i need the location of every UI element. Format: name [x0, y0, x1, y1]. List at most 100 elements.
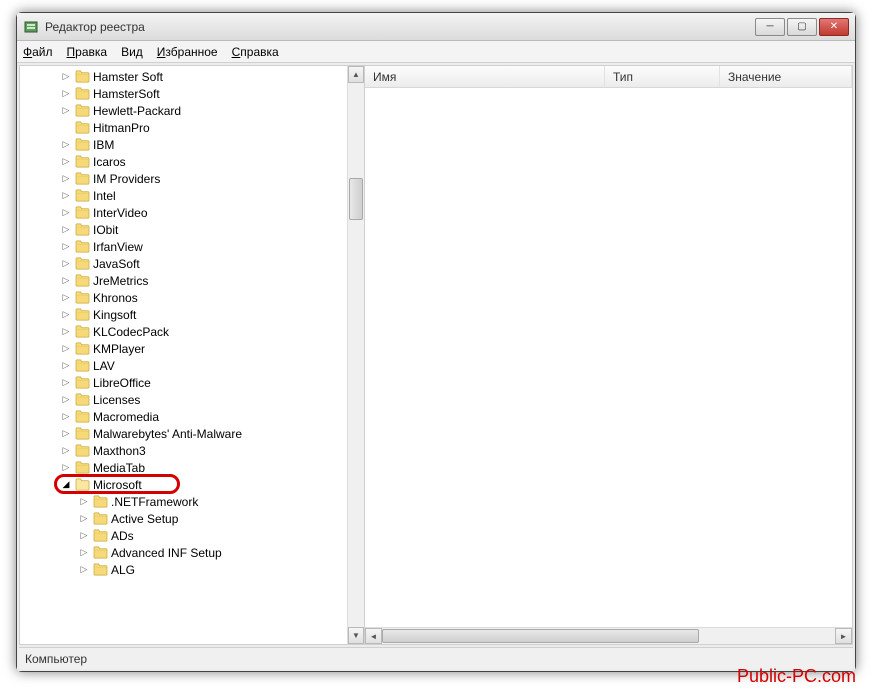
- tree-item-label: Icaros: [93, 155, 126, 169]
- tree-item-label: Active Setup: [111, 512, 178, 526]
- expander-icon[interactable]: ▷: [60, 190, 72, 202]
- expander-icon[interactable]: ▷: [60, 309, 72, 321]
- tree-item[interactable]: HitmanPro: [20, 119, 347, 136]
- expander-icon[interactable]: ▷: [60, 105, 72, 117]
- scroll-up-arrow[interactable]: ▲: [348, 66, 364, 83]
- expander-icon[interactable]: ▷: [60, 224, 72, 236]
- tree-item[interactable]: ▷ IObit: [20, 221, 347, 238]
- expander-icon[interactable]: ▷: [60, 156, 72, 168]
- scroll-right-arrow[interactable]: ►: [835, 628, 852, 644]
- tree-item[interactable]: ▷ KMPlayer: [20, 340, 347, 357]
- expander-icon[interactable]: ▷: [60, 326, 72, 338]
- tree-item[interactable]: ▷ Advanced INF Setup: [20, 544, 347, 561]
- expander-icon[interactable]: ▷: [60, 343, 72, 355]
- tree-item[interactable]: ▷ Macromedia: [20, 408, 347, 425]
- tree-item[interactable]: ▷ IrfanView: [20, 238, 347, 255]
- registry-tree[interactable]: ▷ Hamster Soft▷ HamsterSoft▷ Hewlett-Pac…: [20, 68, 347, 578]
- tree-vertical-scrollbar[interactable]: ▲ ▼: [347, 66, 364, 644]
- tree-item[interactable]: ▷ .NETFramework: [20, 493, 347, 510]
- scroll-thumb[interactable]: [349, 178, 363, 220]
- expander-icon[interactable]: ▷: [60, 292, 72, 304]
- menu-help[interactable]: Справка: [232, 45, 279, 59]
- expander-icon[interactable]: ▷: [60, 71, 72, 83]
- tree-item[interactable]: ▷ JreMetrics: [20, 272, 347, 289]
- column-name[interactable]: Имя: [365, 66, 605, 87]
- titlebar[interactable]: Редактор реестра ─ ▢ ✕: [17, 13, 855, 41]
- expander-icon[interactable]: ▷: [60, 428, 72, 440]
- tree-item-label: MediaTab: [93, 461, 145, 475]
- expander-icon[interactable]: ▷: [60, 258, 72, 270]
- scroll-down-arrow[interactable]: ▼: [348, 627, 364, 644]
- folder-icon: [74, 104, 90, 118]
- tree-item[interactable]: ▷ Khronos: [20, 289, 347, 306]
- tree-item-label: Microsoft: [93, 478, 142, 492]
- expander-icon[interactable]: ▷: [78, 496, 90, 508]
- tree-item[interactable]: ◢ Microsoft: [20, 476, 347, 493]
- list-pane: Имя Тип Значение ◄ ►: [365, 66, 852, 644]
- tree-item[interactable]: ▷ Icaros: [20, 153, 347, 170]
- tree-item[interactable]: ▷ Active Setup: [20, 510, 347, 527]
- menu-file[interactable]: Файл: [23, 45, 53, 59]
- column-value[interactable]: Значение: [720, 66, 852, 87]
- list-body[interactable]: [365, 88, 852, 627]
- menu-edit[interactable]: Правка: [67, 45, 108, 59]
- expander-icon[interactable]: ▷: [78, 547, 90, 559]
- expander-icon[interactable]: ▷: [60, 139, 72, 151]
- expander-icon[interactable]: ▷: [78, 513, 90, 525]
- tree-item[interactable]: ▷ Intel: [20, 187, 347, 204]
- window-title: Редактор реестра: [45, 20, 755, 34]
- expander-icon[interactable]: ▷: [60, 173, 72, 185]
- tree-item[interactable]: ▷ LAV: [20, 357, 347, 374]
- tree-item[interactable]: ▷ HamsterSoft: [20, 85, 347, 102]
- list-horizontal-scrollbar[interactable]: ◄ ►: [365, 627, 852, 644]
- tree-item[interactable]: ▷ KLCodecPack: [20, 323, 347, 340]
- expander-icon[interactable]: [60, 122, 72, 134]
- column-type[interactable]: Тип: [605, 66, 720, 87]
- tree-item[interactable]: ▷ Kingsoft: [20, 306, 347, 323]
- tree-item[interactable]: ▷ IM Providers: [20, 170, 347, 187]
- scroll-left-arrow[interactable]: ◄: [365, 628, 382, 644]
- scroll-track[interactable]: [348, 83, 364, 627]
- folder-icon: [74, 359, 90, 373]
- tree-item[interactable]: ▷ Malwarebytes' Anti-Malware: [20, 425, 347, 442]
- expander-icon[interactable]: ▷: [60, 377, 72, 389]
- folder-icon: [74, 240, 90, 254]
- expander-icon[interactable]: ▷: [78, 530, 90, 542]
- menu-view[interactable]: Вид: [121, 45, 143, 59]
- tree-item[interactable]: ▷ IBM: [20, 136, 347, 153]
- tree-item[interactable]: ▷ Hamster Soft: [20, 68, 347, 85]
- expander-icon[interactable]: ▷: [78, 564, 90, 576]
- menubar: Файл Правка Вид Избранное Справка: [17, 41, 855, 63]
- menu-favorites[interactable]: Избранное: [157, 45, 218, 59]
- expander-icon[interactable]: ▷: [60, 88, 72, 100]
- tree-item-label: Advanced INF Setup: [111, 546, 222, 560]
- scroll-track[interactable]: [382, 628, 835, 644]
- tree-item[interactable]: ▷ ADs: [20, 527, 347, 544]
- tree-item-label: IObit: [93, 223, 118, 237]
- expander-icon[interactable]: ▷: [60, 411, 72, 423]
- expander-icon[interactable]: ▷: [60, 445, 72, 457]
- expander-icon[interactable]: ▷: [60, 207, 72, 219]
- tree-item[interactable]: ▷ Maxthon3: [20, 442, 347, 459]
- tree-item[interactable]: ▷ ALG: [20, 561, 347, 578]
- minimize-button[interactable]: ─: [755, 18, 785, 36]
- tree-item-label: .NETFramework: [111, 495, 198, 509]
- tree-item[interactable]: ▷ InterVideo: [20, 204, 347, 221]
- tree-item[interactable]: ▷ JavaSoft: [20, 255, 347, 272]
- expander-icon[interactable]: ◢: [60, 479, 72, 491]
- tree-item[interactable]: ▷ MediaTab: [20, 459, 347, 476]
- scroll-thumb[interactable]: [382, 629, 699, 643]
- expander-icon[interactable]: ▷: [60, 241, 72, 253]
- tree-item-label: IBM: [93, 138, 114, 152]
- tree-item[interactable]: ▷ Hewlett-Packard: [20, 102, 347, 119]
- tree-item[interactable]: ▷ Licenses: [20, 391, 347, 408]
- tree-item-label: IM Providers: [93, 172, 160, 186]
- expander-icon[interactable]: ▷: [60, 462, 72, 474]
- expander-icon[interactable]: ▷: [60, 360, 72, 372]
- maximize-button[interactable]: ▢: [787, 18, 817, 36]
- expander-icon[interactable]: ▷: [60, 394, 72, 406]
- folder-icon: [74, 223, 90, 237]
- close-button[interactable]: ✕: [819, 18, 849, 36]
- expander-icon[interactable]: ▷: [60, 275, 72, 287]
- tree-item[interactable]: ▷ LibreOffice: [20, 374, 347, 391]
